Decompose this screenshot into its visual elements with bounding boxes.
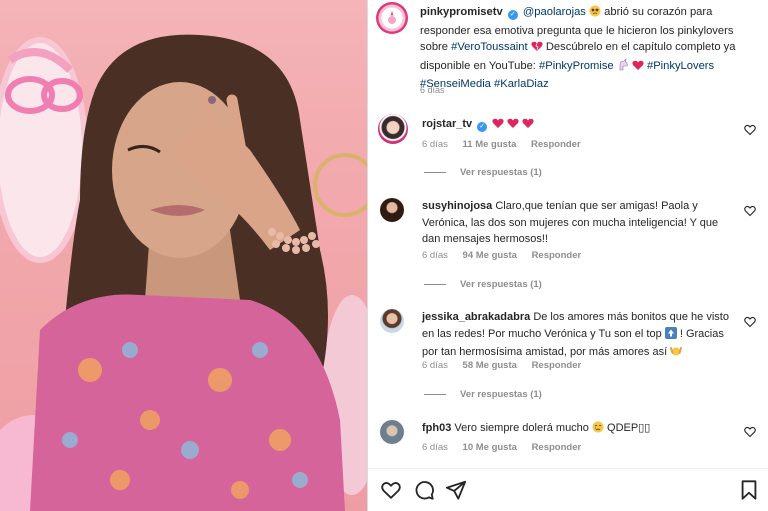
- red-heart-icon: [522, 118, 534, 135]
- unicorn-logo-icon: [388, 11, 396, 24]
- comment-meta: 6 días 10 Me gusta Responder: [422, 442, 593, 453]
- reply-button[interactable]: Responder: [531, 139, 581, 150]
- replies-line: [424, 393, 446, 395]
- view-replies-label: Ver respuestas (1): [460, 389, 542, 400]
- view-replies-label: Ver respuestas (1): [460, 167, 542, 178]
- red-heart-icon: [492, 118, 504, 135]
- actions-divider: [368, 468, 768, 469]
- post-caption: pinkypromisetv ✓ @paolarojas abrió su co…: [420, 4, 755, 93]
- comment-likes[interactable]: 11 Me gusta: [463, 139, 517, 150]
- author-username[interactable]: pinkypromisetv: [420, 6, 503, 18]
- broken-heart-icon: [531, 41, 543, 58]
- user-avatar[interactable]: [380, 309, 404, 333]
- view-replies-button[interactable]: Ver respuestas (1): [424, 389, 542, 400]
- heart-icon[interactable]: [380, 479, 402, 501]
- like-heart-icon[interactable]: [744, 426, 756, 438]
- comment-time[interactable]: 6 días: [422, 442, 448, 453]
- comment-text: fph03 Vero siempre dolerá mucho QDEP▯▯: [422, 420, 732, 439]
- hashtag-pinkypromise[interactable]: #PinkyPromise: [539, 60, 614, 72]
- user-avatar[interactable]: [380, 198, 404, 222]
- action-bar: [380, 479, 760, 503]
- author-avatar[interactable]: [376, 2, 408, 34]
- comment-text: jessika_abrakadabra De los amores más bo…: [422, 309, 732, 363]
- pleading-face-icon: [589, 5, 601, 23]
- media-illustration: [0, 34, 367, 511]
- reply-button[interactable]: Responder: [532, 442, 582, 453]
- comment-username[interactable]: fph03: [422, 422, 451, 434]
- comment-likes[interactable]: 10 Me gusta: [463, 442, 517, 453]
- user-avatar[interactable]: [380, 420, 404, 444]
- unicorn-icon: [617, 57, 629, 77]
- red-heart-icon: [507, 118, 519, 135]
- missing-glyph-icon: ▯▯: [638, 422, 651, 434]
- like-heart-icon[interactable]: [744, 316, 756, 328]
- share-icon[interactable]: [445, 479, 467, 501]
- comment-body-tail: QDEP: [607, 422, 639, 434]
- view-replies-button[interactable]: Ver respuestas (1): [424, 167, 542, 178]
- bookmark-icon[interactable]: [738, 479, 760, 501]
- comment-username[interactable]: jessika_abrakadabra: [422, 311, 530, 323]
- comment-username[interactable]: rojstar_tv: [422, 118, 472, 130]
- verified-badge-icon: ✓: [477, 122, 488, 132]
- comments-panel: pinkypromisetv ✓ @paolarojas abrió su co…: [368, 0, 768, 511]
- comment-time[interactable]: 6 días: [422, 139, 448, 150]
- view-replies-button[interactable]: Ver respuestas (1): [424, 279, 542, 290]
- comment-time[interactable]: 6 días: [422, 250, 448, 261]
- reply-button[interactable]: Responder: [532, 360, 582, 371]
- comment-text: susyhinojosa Claro,que tenían que ser am…: [422, 198, 732, 248]
- comment-text: rojstar_tv ✓: [422, 116, 732, 135]
- comment-likes[interactable]: 94 Me gusta: [463, 250, 517, 261]
- hashtag-pinkylovers[interactable]: #PinkyLovers: [647, 60, 714, 72]
- view-replies-label: Ver respuestas (1): [460, 279, 542, 290]
- raising-hands-icon: [670, 345, 683, 363]
- post-media[interactable]: [0, 0, 367, 511]
- comment-meta: 6 días 94 Me gusta Responder: [422, 250, 593, 261]
- like-heart-icon[interactable]: [744, 124, 756, 136]
- comment-meta: 6 días 58 Me gusta Responder: [422, 360, 593, 371]
- replies-line: [424, 283, 446, 285]
- hashtag-karladiaz[interactable]: #KarlaDiaz: [494, 78, 549, 90]
- comment-icon[interactable]: [413, 479, 435, 501]
- comment-body: Vero siempre dolerá mucho: [454, 422, 589, 434]
- mention-link[interactable]: @paolarojas: [523, 6, 586, 18]
- top-arrow-icon: [664, 326, 677, 345]
- hashtag-verotoussaint[interactable]: #VeroToussaint: [451, 41, 528, 53]
- comment-meta: 6 días 11 Me gusta Responder: [422, 139, 593, 150]
- user-avatar[interactable]: [378, 114, 408, 144]
- comment-time[interactable]: 6 días: [422, 360, 448, 371]
- post-timestamp[interactable]: 6 días: [420, 85, 445, 95]
- comment-likes[interactable]: 58 Me gusta: [463, 360, 517, 371]
- reply-button[interactable]: Responder: [532, 250, 582, 261]
- crying-face-icon: [592, 421, 604, 439]
- like-heart-icon[interactable]: [744, 205, 756, 217]
- hello-kitty-lamp-icon: [0, 37, 88, 263]
- verified-badge-icon: ✓: [507, 10, 518, 20]
- comment-username[interactable]: susyhinojosa: [422, 200, 492, 212]
- red-heart-icon: [632, 60, 644, 77]
- replies-line: [424, 171, 446, 173]
